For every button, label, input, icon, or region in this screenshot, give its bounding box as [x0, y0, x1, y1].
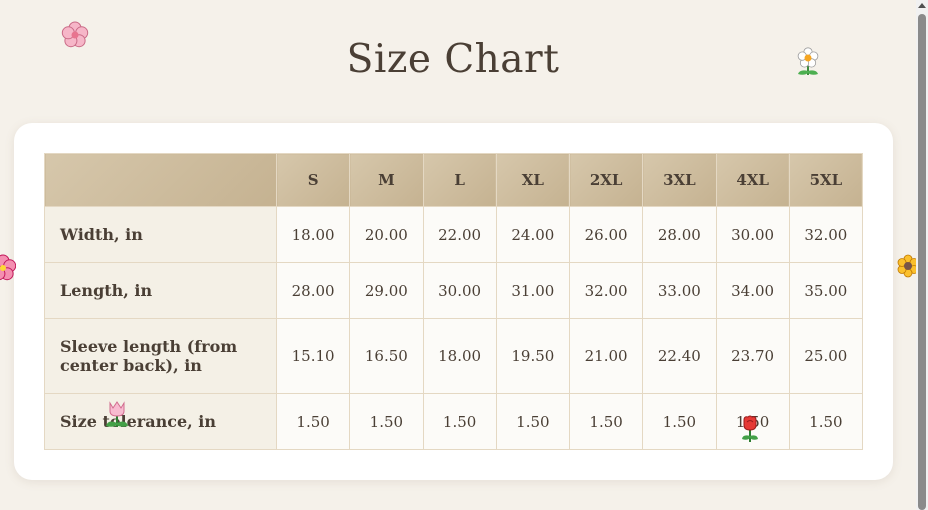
table-cell: 34.00	[715, 262, 790, 319]
table-cell: 23.70	[715, 318, 790, 394]
column-header-l: L	[422, 153, 497, 207]
table-cell: 16.50	[349, 318, 424, 394]
table-cell: 21.00	[568, 318, 644, 394]
table-cell: 26.00	[568, 206, 644, 263]
column-header-3xl: 3XL	[642, 153, 717, 207]
column-header-4xl: 4XL	[715, 153, 790, 207]
table-cell: 18.00	[422, 318, 497, 394]
table-cell: 22.00	[422, 206, 497, 263]
table-cell: 32.00	[788, 206, 864, 263]
scrollbar-thumb[interactable]	[918, 14, 926, 510]
rose-icon	[742, 415, 758, 442]
table-cell: 18.00	[275, 206, 351, 263]
table-cell: 1.50	[349, 393, 424, 450]
table-cell: 29.00	[349, 262, 424, 319]
header-corner-cell	[44, 153, 277, 207]
table-header-row: S M L XL 2XL 3XL 4XL 5XL	[44, 153, 864, 207]
table-cell: 30.00	[715, 206, 790, 263]
table-cell: 28.00	[275, 262, 351, 319]
table-cell: 30.00	[422, 262, 497, 319]
table-cell: 19.50	[495, 318, 571, 394]
daisy-icon	[797, 47, 819, 75]
row-label-sleeve-length: Sleeve length (from center back), in	[44, 318, 277, 394]
table-cell: 28.00	[642, 206, 717, 263]
table-cell: 1.50	[495, 393, 571, 450]
table-cell: 22.40	[642, 318, 717, 394]
table-cell: 25.00	[788, 318, 864, 394]
table-row: Sleeve length (from center back), in 15.…	[44, 318, 864, 394]
cherry-blossom-icon	[61, 21, 89, 48]
table-cell: 32.00	[568, 262, 644, 319]
column-header-m: M	[349, 153, 424, 207]
table-cell: 20.00	[349, 206, 424, 263]
table-cell: 1.50	[642, 393, 717, 450]
table-cell: 1.50	[568, 393, 644, 450]
table-cell: 33.00	[642, 262, 717, 319]
tulip-icon	[106, 401, 128, 427]
table-row: Width, in 18.00 20.00 22.00 24.00 26.00 …	[44, 206, 864, 263]
row-label-size-tolerance: Size tolerance, in	[44, 393, 277, 450]
sunflower-icon	[897, 254, 916, 278]
hibiscus-icon	[0, 254, 16, 281]
table-cell: 31.00	[495, 262, 571, 319]
column-header-s: S	[275, 153, 351, 207]
column-header-2xl: 2XL	[568, 153, 644, 207]
page-title: Size Chart	[346, 37, 560, 82]
table-cell: 1.50	[422, 393, 497, 450]
size-chart-table: S M L XL 2XL 3XL 4XL 5XL Width, in 18.00…	[44, 153, 864, 450]
row-label-width: Width, in	[44, 206, 277, 263]
table-cell: 1.50	[788, 393, 864, 450]
table-cell: 24.00	[495, 206, 571, 263]
row-label-length: Length, in	[44, 262, 277, 319]
table-cell: 15.10	[275, 318, 351, 394]
vertical-scrollbar[interactable]	[916, 0, 928, 510]
table-row: Length, in 28.00 29.00 30.00 31.00 32.00…	[44, 262, 864, 319]
column-header-5xl: 5XL	[788, 153, 864, 207]
table-cell: 1.50	[275, 393, 351, 450]
scroll-up-arrow-icon[interactable]	[918, 3, 926, 8]
table-cell: 35.00	[788, 262, 864, 319]
column-header-xl: XL	[495, 153, 571, 207]
